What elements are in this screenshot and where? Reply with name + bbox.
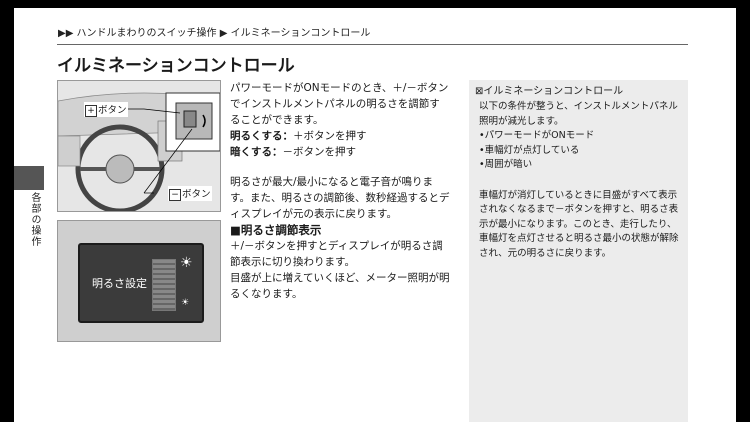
intro-text: パワーモードがONモードのとき、＋/－ボタンでインストルメントパネルの明るさを調… (230, 82, 449, 126)
brightness-setting-label: 明るさ設定 (92, 277, 147, 290)
brighter-label: 明るくする： (230, 130, 293, 142)
limit-note: 明るさが最大/最小になると電子音が鳴ります。また、明るさの調節後、数秒経過すると… (230, 176, 450, 220)
section-tab-marker (14, 166, 44, 190)
section-text-2: 目盛が上に増えていくほど、メーター照明が明るくなります。 (230, 272, 450, 300)
section-text-1: ＋/－ボタンを押すとディスプレイが明るさ調節表示に切り換わります。 (230, 240, 443, 268)
side-note-heading: ⊠イルミネーションコントロール (475, 86, 624, 97)
condition-item: パワーモードがONモード (479, 129, 684, 144)
brightness-level-bars (153, 260, 175, 310)
condition-item: 車幅灯が点灯している (479, 144, 684, 159)
condition-item: 周囲が暗い (479, 158, 684, 173)
minus-button-callout: − ボタン (168, 186, 212, 201)
condition-list: パワーモードがONモード 車幅灯が点灯している 周囲が暗い (479, 129, 684, 173)
brighter-instruction: 明るくする：＋ボタンを押す (230, 128, 450, 144)
breadcrumb: ▶▶ ハンドルまわりのスイッチ操作 ▶ イルミネーションコントロール (58, 28, 371, 39)
darker-text: －ボタンを押す (282, 146, 357, 158)
side-note-intro: 以下の条件が整うと、インストルメントパネル照明が減光します。 (479, 101, 678, 127)
page-title: イルミネーションコントロール (57, 56, 295, 76)
darker-label: 暗くする： (230, 146, 283, 158)
minus-button-callout-text: ボタン (182, 189, 211, 200)
section-heading: ■明るさ調節表示 (230, 223, 322, 237)
plus-button-callout: + ボタン (84, 102, 128, 117)
meter-display: 明るさ設定 ☀ ☀ (78, 243, 204, 323)
main-text: パワーモードがONモードのとき、＋/－ボタンでインストルメントパネルの明るさを調… (230, 80, 450, 302)
side-note-detail: 車幅灯が消灯しているときに目盛がすべて表示されなくなるまで－ボタンを押すと、明る… (479, 189, 679, 259)
brighter-text: ＋ボタンを押す (293, 130, 367, 142)
manual-page: ▶▶ ハンドルまわりのスイッチ操作 ▶ イルミネーションコントロール イルミネー… (14, 8, 736, 422)
bright-sun-icon: ☀ (180, 255, 193, 271)
divider (57, 44, 688, 45)
dim-sun-icon: ☀ (181, 298, 190, 308)
side-note-panel: ⊠イルミネーションコントロール 以下の条件が整うと、インストルメントパネル照明が… (469, 80, 688, 422)
section-tab-label: 各部の操作 (29, 192, 40, 247)
brightness-level-meter (152, 259, 176, 311)
darker-instruction: 暗くする：－ボタンを押す (230, 144, 450, 160)
plus-icon: + (85, 104, 97, 117)
brightness-display-illustration: 明るさ設定 ☀ ☀ (57, 220, 221, 342)
dashboard-illustration: + ボタン − ボタン (57, 80, 221, 212)
plus-button-callout-text: ボタン (98, 105, 127, 116)
minus-icon: − (169, 188, 181, 201)
